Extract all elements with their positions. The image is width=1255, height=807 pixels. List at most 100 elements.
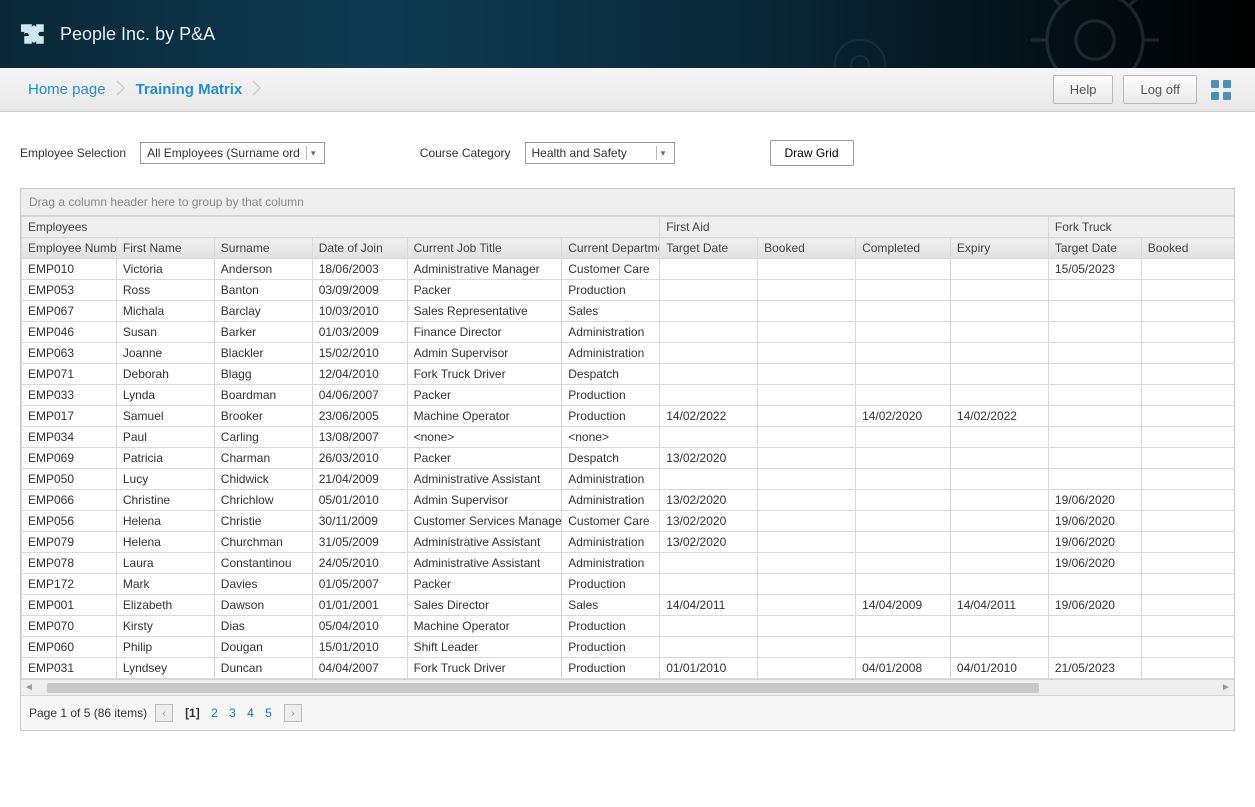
course-category-select[interactable]: Health and Safety ▾ bbox=[525, 142, 675, 164]
cell-ft_t bbox=[1048, 574, 1141, 595]
cell-ft_b bbox=[1141, 511, 1234, 532]
scroll-right-icon[interactable]: ► bbox=[1218, 682, 1234, 693]
table-row[interactable]: EMP066ChristineChrichlow05/01/2010Admin … bbox=[22, 490, 1235, 511]
cell-fn: Laura bbox=[116, 553, 214, 574]
table-row[interactable]: EMP078LauraConstantinou24/05/2010Adminis… bbox=[22, 553, 1235, 574]
cell-dept: Production bbox=[562, 280, 660, 301]
cell-job: Admin Supervisor bbox=[407, 490, 562, 511]
horizontal-scrollbar[interactable]: ◄ ► bbox=[21, 679, 1234, 695]
table-row[interactable]: EMP067MichalaBarclay10/03/2010Sales Repr… bbox=[22, 301, 1235, 322]
pager-page-2[interactable]: 2 bbox=[207, 706, 222, 720]
cell-fn: Lynda bbox=[116, 385, 214, 406]
scroll-thumb[interactable] bbox=[47, 683, 1039, 693]
col-fa-completed[interactable]: Completed bbox=[856, 238, 951, 259]
help-button[interactable]: Help bbox=[1053, 75, 1114, 104]
pager-prev-button[interactable]: ‹ bbox=[155, 704, 173, 722]
band-first-aid[interactable]: First Aid bbox=[660, 217, 1049, 238]
logoff-button[interactable]: Log off bbox=[1123, 75, 1197, 104]
fullscreen-icon[interactable] bbox=[1207, 76, 1235, 104]
pager-page-1[interactable]: [1] bbox=[181, 706, 204, 720]
cell-doj: 13/08/2007 bbox=[312, 427, 407, 448]
cell-fa_c bbox=[856, 448, 951, 469]
cell-emp: EMP033 bbox=[22, 385, 117, 406]
cell-sn: Dawson bbox=[214, 595, 312, 616]
cell-doj: 05/04/2010 bbox=[312, 616, 407, 637]
col-surname[interactable]: Surname bbox=[214, 238, 312, 259]
cell-fa_c bbox=[856, 343, 951, 364]
cell-dept: Administration bbox=[562, 553, 660, 574]
cell-ft_b bbox=[1141, 532, 1234, 553]
col-ft-target[interactable]: Target Date bbox=[1048, 238, 1141, 259]
cell-dept: Administration bbox=[562, 469, 660, 490]
table-row[interactable]: EMP001ElizabethDawson01/01/2001Sales Dir… bbox=[22, 595, 1235, 616]
cell-ft_t: 15/05/2023 bbox=[1048, 259, 1141, 280]
pager-page-5[interactable]: 5 bbox=[261, 706, 276, 720]
band-employees[interactable]: Employees bbox=[22, 217, 660, 238]
employee-selection-select[interactable]: All Employees (Surname ord ▾ bbox=[140, 142, 325, 164]
cell-ft_t bbox=[1048, 280, 1141, 301]
col-first-name[interactable]: First Name bbox=[116, 238, 214, 259]
draw-grid-button[interactable]: Draw Grid bbox=[770, 140, 854, 166]
cell-sn: Boardman bbox=[214, 385, 312, 406]
cell-ft_t bbox=[1048, 343, 1141, 364]
col-ft-booked[interactable]: Booked bbox=[1141, 238, 1234, 259]
table-row[interactable]: EMP017SamuelBrooker23/06/2005Machine Ope… bbox=[22, 406, 1235, 427]
table-row[interactable]: EMP060PhilipDougan15/01/2010Shift Leader… bbox=[22, 637, 1235, 658]
cell-sn: Churchman bbox=[214, 532, 312, 553]
training-matrix-grid: Drag a column header here to group by th… bbox=[20, 188, 1235, 731]
col-fa-target[interactable]: Target Date bbox=[660, 238, 758, 259]
cell-sn: Christie bbox=[214, 511, 312, 532]
pager-page-4[interactable]: 4 bbox=[243, 706, 258, 720]
cell-doj: 15/02/2010 bbox=[312, 343, 407, 364]
pager-page-3[interactable]: 3 bbox=[225, 706, 240, 720]
cell-doj: 04/06/2007 bbox=[312, 385, 407, 406]
cell-job: Fork Truck Driver bbox=[407, 364, 562, 385]
breadcrumb-home[interactable]: Home page bbox=[20, 81, 114, 98]
cell-fa_t bbox=[660, 322, 758, 343]
group-by-bar[interactable]: Drag a column header here to group by th… bbox=[21, 189, 1234, 216]
cell-ft_t: 19/06/2020 bbox=[1048, 532, 1141, 553]
table-row[interactable]: EMP031LyndseyDuncan04/04/2007Fork Truck … bbox=[22, 658, 1235, 679]
col-fa-booked[interactable]: Booked bbox=[758, 238, 856, 259]
cell-fn: Helena bbox=[116, 532, 214, 553]
scroll-left-icon[interactable]: ◄ bbox=[21, 682, 37, 693]
band-fork-truck[interactable]: Fork Truck bbox=[1048, 217, 1234, 238]
col-fa-expiry[interactable]: Expiry bbox=[950, 238, 1048, 259]
cell-emp: EMP010 bbox=[22, 259, 117, 280]
table-row[interactable]: EMP172MarkDavies01/05/2007PackerProducti… bbox=[22, 574, 1235, 595]
cell-fa_b bbox=[758, 343, 856, 364]
table-row[interactable]: EMP056HelenaChristie30/11/2009Customer S… bbox=[22, 511, 1235, 532]
col-department[interactable]: Current Department bbox=[562, 238, 660, 259]
table-row[interactable]: EMP050LucyChidwick21/04/2009Administrati… bbox=[22, 469, 1235, 490]
table-row[interactable]: EMP033LyndaBoardman04/06/2007PackerProdu… bbox=[22, 385, 1235, 406]
pager-next-button[interactable]: › bbox=[284, 704, 302, 722]
cell-doj: 01/01/2001 bbox=[312, 595, 407, 616]
cell-fa_e: 14/02/2022 bbox=[950, 406, 1048, 427]
col-job-title[interactable]: Current Job Title bbox=[407, 238, 562, 259]
cell-fa_e: 14/04/2011 bbox=[950, 595, 1048, 616]
cell-doj: 23/06/2005 bbox=[312, 406, 407, 427]
table-row[interactable]: EMP053RossBanton03/09/2009PackerProducti… bbox=[22, 280, 1235, 301]
cell-ft_b bbox=[1141, 616, 1234, 637]
table-row[interactable]: EMP046SusanBarker01/03/2009Finance Direc… bbox=[22, 322, 1235, 343]
table-row[interactable]: EMP071DeborahBlagg12/04/2010Fork Truck D… bbox=[22, 364, 1235, 385]
cell-fa_b bbox=[758, 532, 856, 553]
table-row[interactable]: EMP079HelenaChurchman31/05/2009Administr… bbox=[22, 532, 1235, 553]
employee-selection-value: All Employees (Surname ord bbox=[147, 146, 300, 160]
col-employee-number[interactable]: Employee Number bbox=[22, 238, 117, 259]
scroll-track[interactable] bbox=[37, 682, 1218, 694]
cell-emp: EMP069 bbox=[22, 448, 117, 469]
breadcrumb-current[interactable]: Training Matrix bbox=[128, 81, 251, 98]
cell-doj: 10/03/2010 bbox=[312, 301, 407, 322]
table-row[interactable]: EMP069PatriciaCharman26/03/2010PackerDes… bbox=[22, 448, 1235, 469]
table-row[interactable]: EMP070KirstyDias05/04/2010Machine Operat… bbox=[22, 616, 1235, 637]
table-row[interactable]: EMP063JoanneBlackler15/02/2010Admin Supe… bbox=[22, 343, 1235, 364]
table-row[interactable]: EMP034PaulCarling13/08/2007<none><none> bbox=[22, 427, 1235, 448]
col-date-of-join[interactable]: Date of Join bbox=[312, 238, 407, 259]
cell-fa_c: 04/01/2008 bbox=[856, 658, 951, 679]
cell-ft_b bbox=[1141, 259, 1234, 280]
cell-doj: 18/06/2003 bbox=[312, 259, 407, 280]
table-row[interactable]: EMP010VictoriaAnderson18/06/2003Administ… bbox=[22, 259, 1235, 280]
cell-job: Customer Services Manager bbox=[407, 511, 562, 532]
cell-fa_b bbox=[758, 301, 856, 322]
